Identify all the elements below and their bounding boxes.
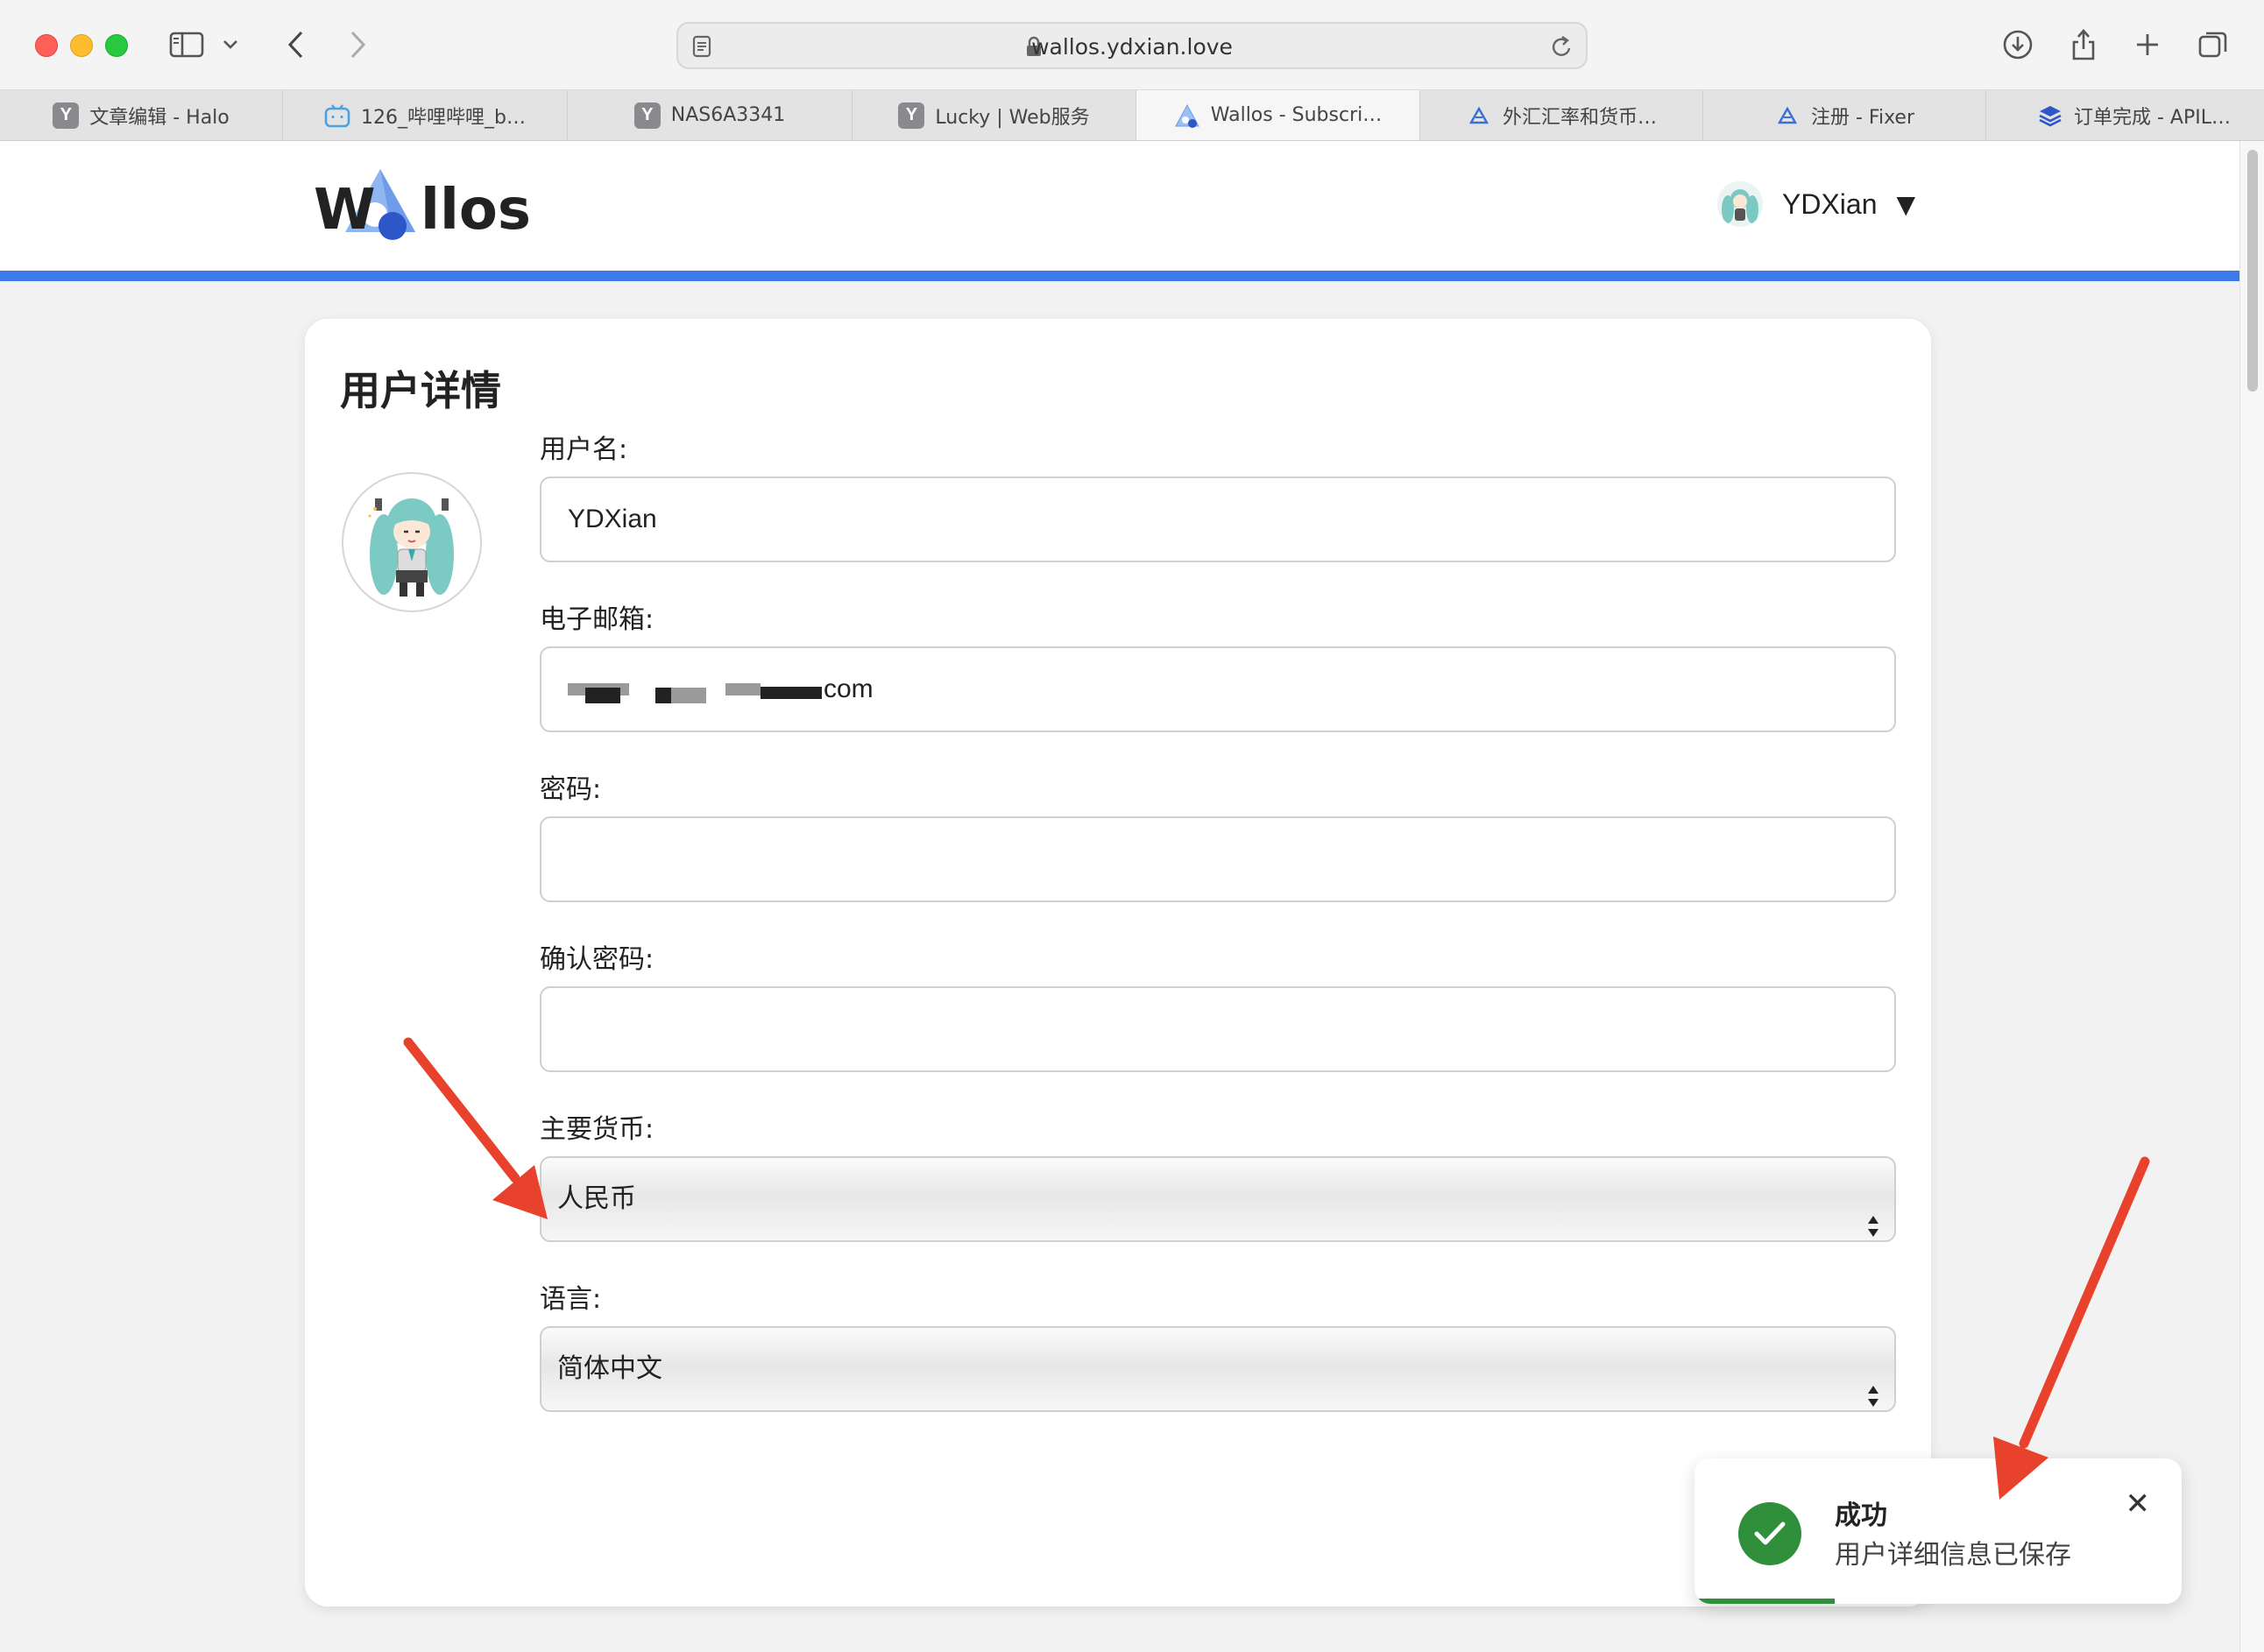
- tab-bilibili[interactable]: 126_哔哩哔哩_b…: [283, 90, 568, 140]
- zoom-window-button[interactable]: [105, 34, 128, 57]
- user-details-card: 用户详情 用户名: YDXian 电子邮箱: com 密码: 确认密码: 主要货…: [305, 319, 1931, 1606]
- tab-overview-icon[interactable]: [2193, 25, 2233, 65]
- y-icon: Y: [898, 102, 925, 129]
- tab-bar: Y 文章编辑 - Halo 126_哔哩哔哩_b… Y NAS6A3341 Y …: [0, 90, 2264, 141]
- confirm-password-label: 确认密码:: [540, 944, 654, 975]
- page-scrollbar[interactable]: [2239, 141, 2264, 1652]
- sidebar-toggle-icon[interactable]: [166, 25, 207, 65]
- toast-progress-bar: [1694, 1599, 1835, 1604]
- tab-label: 126_哔哩哔哩_b…: [361, 106, 526, 129]
- password-label: 密码:: [540, 774, 602, 805]
- tab-apilayer[interactable]: 订单完成 - APIL…: [1986, 90, 2264, 140]
- tab-label: Lucky | Web服务: [935, 106, 1090, 129]
- tab-label: 文章编辑 - Halo: [89, 106, 230, 129]
- user-name[interactable]: YDXian: [1782, 188, 1878, 221]
- chevron-down-icon[interactable]: [217, 25, 244, 65]
- currency-label: 主要货币:: [540, 1114, 654, 1145]
- redacted-text: [761, 687, 822, 699]
- profile-avatar[interactable]: [342, 472, 482, 612]
- language-value: 简体中文: [557, 1353, 662, 1384]
- user-menu[interactable]: YDXian ▼: [1717, 176, 1915, 232]
- wallos-logo[interactable]: W llos: [312, 162, 540, 250]
- user-avatar[interactable]: [1717, 181, 1763, 227]
- scrollbar-thumb[interactable]: [2247, 150, 2258, 392]
- email-label: 电子邮箱:: [540, 604, 654, 635]
- tab-label: 外汇汇率和货币…: [1502, 106, 1657, 129]
- email-input[interactable]: com: [540, 646, 1896, 732]
- apilayer-icon: [2037, 102, 2063, 129]
- redacted-text: [655, 688, 671, 703]
- confirm-password-input[interactable]: [540, 986, 1896, 1072]
- username-input[interactable]: YDXian: [540, 477, 1896, 562]
- success-toast: 成功 用户详细信息已保存 ✕: [1694, 1458, 2182, 1604]
- header-accent-bar: [0, 271, 2239, 281]
- reload-icon[interactable]: [1551, 34, 1574, 62]
- language-select[interactable]: 简体中文: [540, 1326, 1896, 1412]
- select-arrows-icon: [1866, 1190, 1880, 1272]
- redacted-text: [585, 688, 620, 703]
- tab-label: NAS6A3341: [670, 104, 786, 126]
- tab-fixer-register[interactable]: 注册 - Fixer: [1703, 90, 1986, 140]
- url-text: wallos.ydxian.love: [1031, 34, 1233, 60]
- page-content: W llos YDXian ▼ 用户详情 用户名: YDXian 电子邮箱: c…: [0, 141, 2239, 1652]
- y-icon: Y: [633, 102, 661, 129]
- page-title: 用户详情: [340, 367, 501, 414]
- close-window-button[interactable]: [35, 34, 58, 57]
- tab-halo[interactable]: Y 文章编辑 - Halo: [0, 90, 283, 140]
- username-label: 用户名:: [540, 434, 628, 465]
- logo-text-right: llos: [421, 178, 531, 243]
- language-label: 语言:: [540, 1284, 602, 1315]
- tab-lucky[interactable]: Y Lucky | Web服务: [853, 90, 1136, 140]
- tab-label: 订单完成 - APIL…: [2074, 106, 2231, 129]
- currency-select[interactable]: 人民币: [540, 1156, 1896, 1242]
- share-icon[interactable]: [2063, 25, 2104, 65]
- fixer-icon: [1774, 102, 1801, 129]
- back-arrow-icon[interactable]: [276, 25, 316, 65]
- tab-fixer-rates[interactable]: 外汇汇率和货币…: [1420, 90, 1703, 140]
- logo-text-left: W: [314, 178, 376, 243]
- select-arrows-icon: [1866, 1359, 1880, 1442]
- tab-wallos[interactable]: Wallos - Subscri…: [1136, 90, 1420, 140]
- site-header: W llos YDXian ▼: [0, 141, 2239, 271]
- wallos-icon: [1174, 102, 1200, 129]
- toast-message: 用户详细信息已保存: [1835, 1540, 2071, 1571]
- redacted-text: [725, 683, 761, 695]
- close-icon[interactable]: ✕: [2126, 1486, 2151, 1521]
- downloads-icon[interactable]: [1998, 25, 2038, 65]
- email-visible-suffix: com: [824, 674, 874, 703]
- tab-nas[interactable]: Y NAS6A3341: [568, 90, 853, 140]
- new-tab-icon[interactable]: [2127, 25, 2168, 65]
- fixer-icon: [1466, 102, 1492, 129]
- address-bar[interactable]: wallos.ydxian.love: [676, 22, 1588, 69]
- password-input[interactable]: [540, 816, 1896, 902]
- tab-label: Wallos - Subscri…: [1210, 104, 1383, 126]
- caret-down-icon[interactable]: ▼: [1897, 190, 1916, 219]
- browser-toolbar: wallos.ydxian.love: [0, 0, 2264, 90]
- minimize-window-button[interactable]: [70, 34, 93, 57]
- checkmark-icon: [1738, 1502, 1801, 1565]
- forward-arrow-icon[interactable]: [337, 25, 378, 65]
- currency-value: 人民币: [557, 1183, 636, 1214]
- y-icon: Y: [53, 102, 80, 129]
- redacted-text: [689, 688, 706, 703]
- tab-label: 注册 - Fixer: [1810, 106, 1914, 129]
- bilibili-icon: [324, 102, 350, 129]
- toast-title: 成功: [1835, 1500, 1887, 1531]
